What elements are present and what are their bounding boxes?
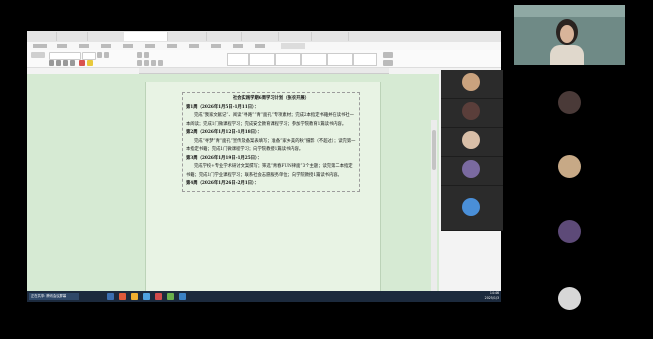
style-gallery-more[interactable] [353,53,377,66]
paste-button[interactable] [31,52,45,58]
strikethrough-button[interactable] [70,60,75,66]
style-heading-1[interactable] [249,53,275,66]
font-color-button[interactable] [79,60,85,66]
tab-1[interactable] [27,32,57,41]
start-icon[interactable] [107,293,114,300]
app-icon-2[interactable] [167,293,174,300]
highlight-button[interactable] [87,60,93,66]
find-replace-button[interactable] [383,52,393,58]
participant-avatar[interactable] [558,155,581,178]
menu-item-10[interactable] [233,44,243,48]
participant-tile-5[interactable] [441,186,503,231]
week-1-body: 完成“我家文献记”、阅读“寻路”“青”面孔”专项素材；完成2本指定书籍并在读书社… [186,113,354,127]
wps-icon[interactable] [155,293,162,300]
participant-avatar [462,131,480,149]
menu-item-1[interactable] [33,44,47,48]
style-heading-4[interactable] [327,53,353,66]
number-list-button[interactable] [144,52,149,58]
meeting-participant-panel [441,70,503,231]
self-camera-view[interactable] [514,5,625,65]
week-3-heading: 第3周（2026年1月19日-1月25日）： [186,155,262,161]
style-normal[interactable] [227,53,249,66]
tab-4[interactable] [124,32,168,41]
menu-bar [27,42,501,50]
document-title: 社会实践学期6周学习计划（张农开展） [232,96,310,101]
ribbon-toolbar [27,50,501,68]
select-button[interactable] [383,60,393,66]
tab-6[interactable] [204,32,242,41]
folder-icon[interactable] [131,293,138,300]
italic-button[interactable] [56,60,61,66]
menu-item-7[interactable] [167,44,177,48]
participant-avatar[interactable] [558,91,581,114]
participant-avatar [462,102,480,120]
bullet-list-button[interactable] [137,52,142,58]
menu-item-8[interactable] [189,44,199,48]
underline-button[interactable] [63,60,68,66]
system-clock[interactable]: 14:46 2025/1/3 [467,291,499,302]
sharing-indicator[interactable]: 正在共享: 腾讯会议屏幕 [29,293,79,300]
menu-item-3[interactable] [79,44,89,48]
font-size-select[interactable] [82,52,96,60]
menu-item-9[interactable] [211,44,221,48]
participant-body [550,45,584,65]
tab-7[interactable] [239,32,279,41]
style-heading-2[interactable] [275,53,301,66]
align-left-button[interactable] [137,60,142,66]
justify-button[interactable] [158,60,163,66]
participant-avatar [462,198,480,216]
participant-avatar[interactable] [558,287,581,310]
shrink-font-button[interactable] [104,52,109,58]
scrollbar-thumb[interactable] [432,130,436,170]
tab-2[interactable] [54,32,88,41]
participant-avatar[interactable] [558,220,581,243]
windows-taskbar: 正在共享: 腾讯会议屏幕 14:46 2025/1/3 [27,291,501,302]
tab-3[interactable] [85,32,127,41]
participant-avatar [462,160,480,178]
participant-avatar [462,73,480,91]
app-icon-1[interactable] [119,293,126,300]
browser-tab-bar [27,31,501,42]
participant-tile-4[interactable] [441,157,503,186]
grow-font-button[interactable] [97,52,102,58]
document-area: 社会实践学期6周学习计划（张农开展） 第1周（2026年1月5日-1月11日）：… [27,74,439,301]
participant-tile-1[interactable] [441,70,503,99]
tab-9[interactable] [309,32,349,41]
shared-screen: 社会实践学期6周学习计划（张农开展） 第1周（2026年1月5日-1月11日）：… [27,31,501,301]
style-heading-3[interactable] [301,53,327,66]
search-box[interactable] [281,43,305,49]
meeting-icon[interactable] [179,293,186,300]
browser-icon[interactable] [143,293,150,300]
menu-item-2[interactable] [57,44,67,48]
menu-item-5[interactable] [123,44,133,48]
participant-tile-3[interactable] [441,128,503,157]
menu-item-11[interactable] [255,44,265,48]
week-3-body: 完成学校+专业学术研讨文案撰写；筛选“青春FUN律面”3个主题；读完第二本指定书… [186,164,353,178]
bold-button[interactable] [49,60,54,66]
clock-date: 2025/1/3 [484,296,499,300]
document-page: 社会实践学期6周学习计划（张农开展） 第1周（2026年1月5日-1月11日）：… [145,82,381,297]
tab-5[interactable] [165,32,207,41]
participant-face [560,25,574,43]
document-body[interactable]: 社会实践学期6周学习计划（张农开展） 第1周（2026年1月5日-1月11日）：… [182,92,360,192]
tab-8[interactable] [276,32,312,41]
menu-item-6[interactable] [145,44,155,48]
font-name-select[interactable] [49,52,81,60]
vertical-scrollbar[interactable] [431,120,437,301]
camera-background [514,5,625,17]
align-right-button[interactable] [151,60,156,66]
align-center-button[interactable] [144,60,149,66]
participant-tile-2[interactable] [441,99,503,128]
week-1-heading: 第1周（2026年1月5日-1月11日）： [186,104,259,110]
week-2-body: 完成“寻梦”青”面孔”宣传及备案表填写；准备“家乡美的秋”摄影（不超过）；读完第… [186,138,356,153]
menu-item-4[interactable] [101,44,111,48]
week-4-heading: 第4周（2026年1月26日-2月1日）： [186,181,259,186]
week-2-heading: 第2周（2026年1月12日-1月18日）： [186,130,262,135]
